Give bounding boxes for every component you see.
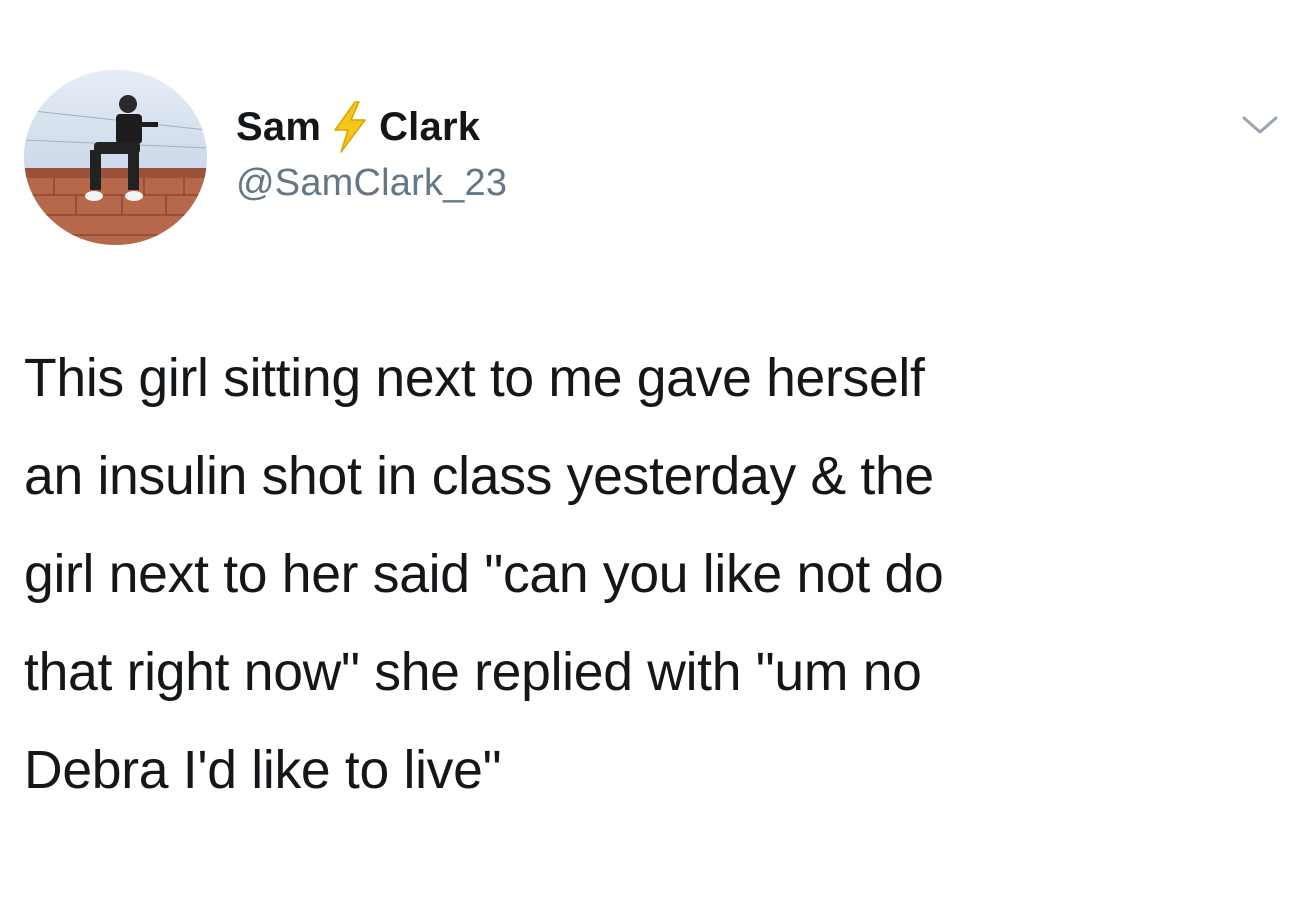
chevron-down-icon[interactable]	[1238, 110, 1282, 140]
tweet-card: Sam Clark @SamClark_23 This girl sitting…	[0, 0, 1300, 916]
avatar[interactable]	[24, 70, 207, 245]
tweet-text-line: girl next to her said "can you like not …	[24, 545, 944, 604]
tweet-text-line: This girl sitting next to me gave hersel…	[24, 349, 925, 408]
user-handle[interactable]: @SamClark_23	[236, 162, 507, 205]
display-name[interactable]: Sam Clark	[236, 100, 480, 154]
tweet-text-line: an insulin shot in class yesterday & the	[24, 447, 934, 506]
avatar-photo	[24, 70, 207, 245]
display-name-last: Clark	[379, 104, 481, 149]
high-voltage-icon	[329, 100, 371, 154]
tweet-text: This girl sitting next to me gave hersel…	[24, 330, 1284, 820]
display-name-first: Sam	[236, 104, 322, 149]
tweet-text-line: that right now" she replied with "um no	[24, 643, 922, 702]
tweet-text-line: Debra I'd like to live"	[24, 741, 502, 800]
